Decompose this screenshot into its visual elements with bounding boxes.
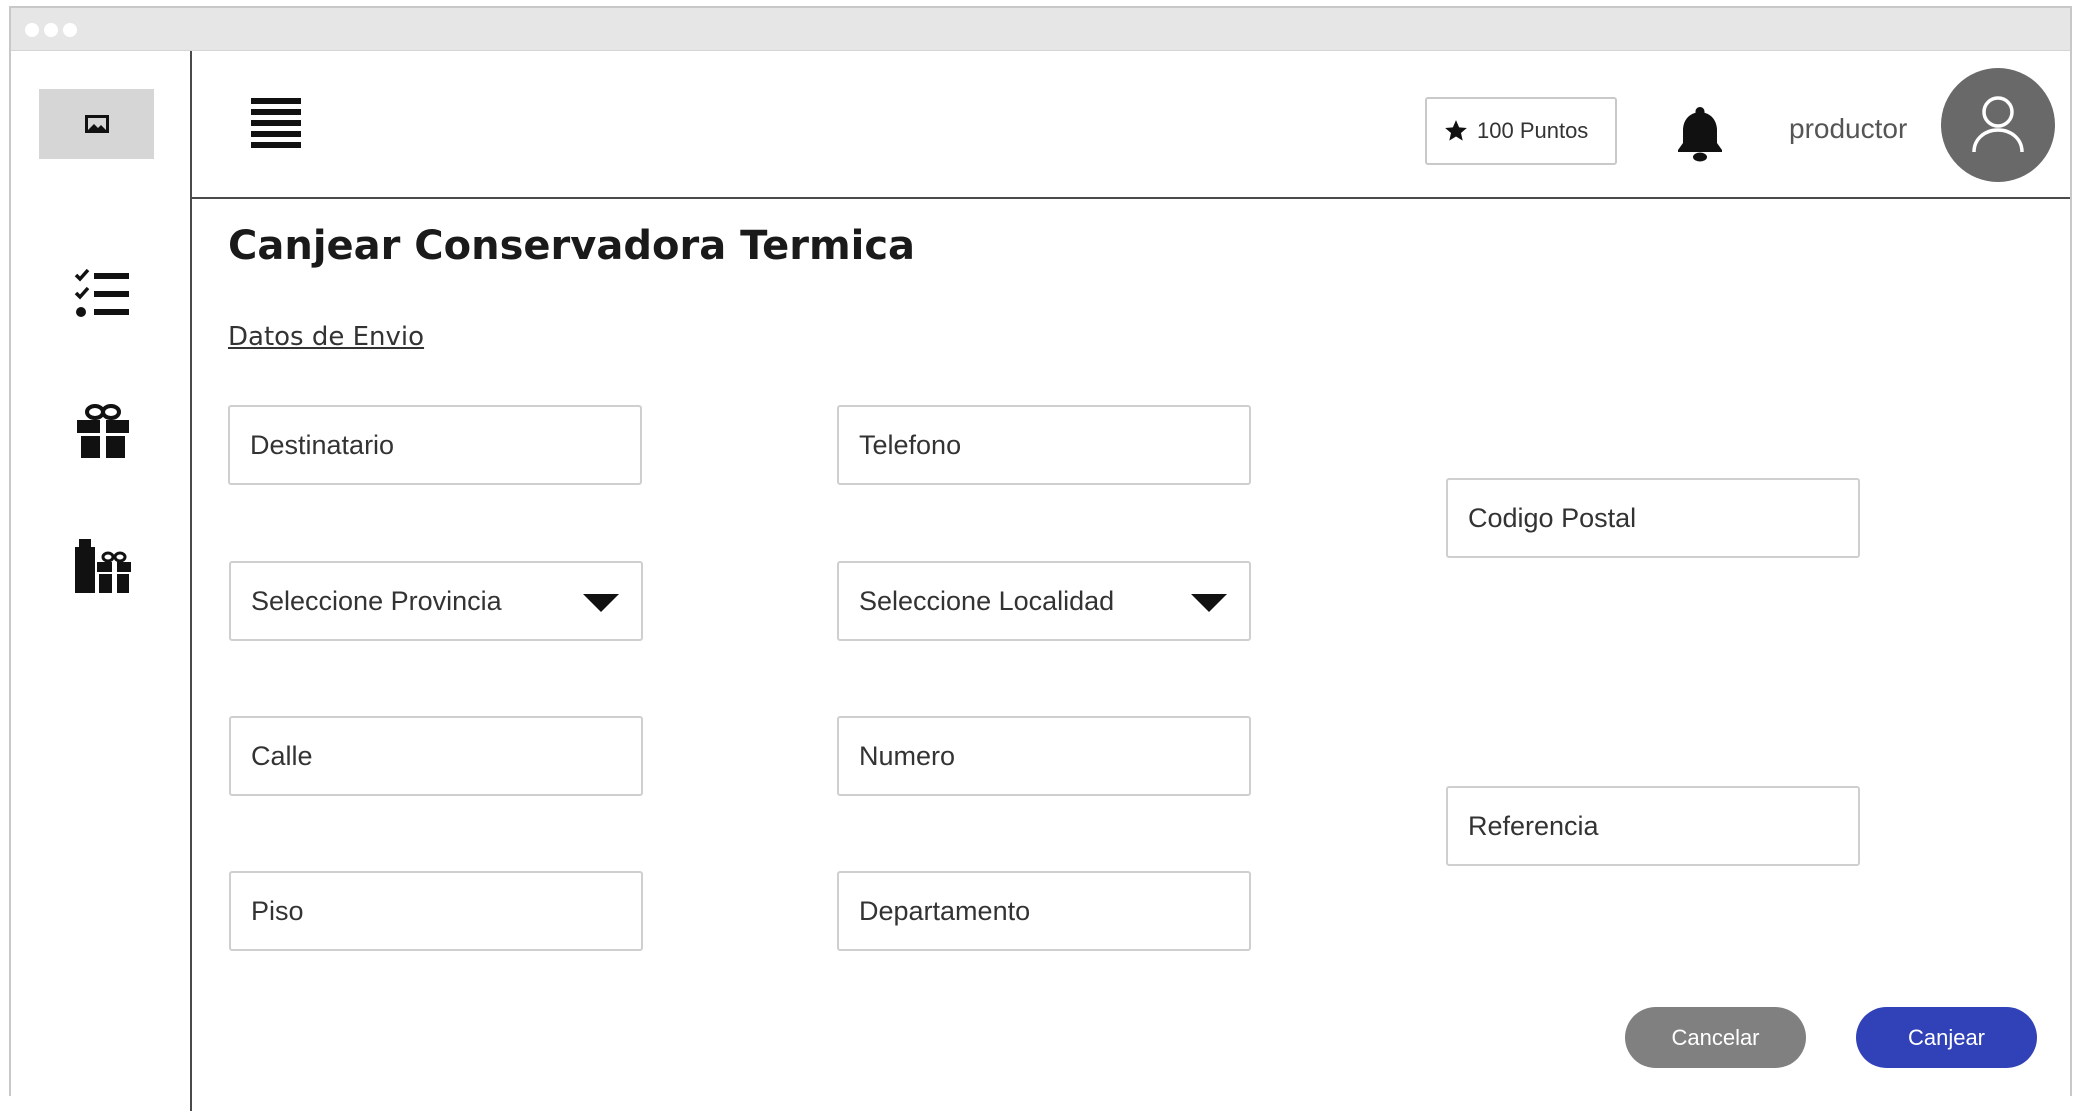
window-titlebar — [11, 8, 2070, 51]
page-title: Canjear Conservadora Termica — [228, 223, 916, 269]
username: productor — [1789, 113, 1908, 144]
chevron-down-icon — [1191, 594, 1227, 612]
telefono-input[interactable] — [837, 405, 1251, 485]
bell-icon[interactable] — [1673, 103, 1727, 163]
hamburger-menu-icon[interactable] — [251, 98, 301, 148]
canjear-button[interactable]: Canjear — [1856, 1007, 2037, 1068]
points-badge[interactable]: 100 Puntos — [1425, 97, 1617, 165]
departamento-input[interactable] — [837, 871, 1251, 951]
gifts-icon[interactable] — [73, 537, 133, 597]
image-icon — [84, 115, 109, 133]
section-link-datos-envio[interactable]: Datos de Envio — [228, 322, 424, 352]
logo — [39, 89, 154, 159]
cancel-button[interactable]: Cancelar — [1625, 1007, 1806, 1068]
numero-input[interactable] — [837, 716, 1251, 796]
avatar[interactable] — [1941, 68, 2055, 182]
piso-input[interactable] — [229, 871, 643, 951]
chevron-down-icon — [583, 594, 619, 612]
browser-window: 100 Puntos productor Canjear Conservador… — [9, 6, 2072, 1111]
localidad-select-value: Seleccione Localidad — [859, 585, 1115, 616]
destinatario-input[interactable] — [228, 405, 642, 485]
sidebar — [11, 51, 192, 1111]
gift-icon[interactable] — [73, 402, 133, 462]
provincia-select-value: Seleccione Provincia — [251, 585, 502, 616]
referencia-input[interactable] — [1446, 786, 1860, 866]
checklist-icon[interactable] — [73, 265, 133, 325]
calle-input[interactable] — [229, 716, 643, 796]
star-icon — [1445, 120, 1467, 141]
provincia-select[interactable]: Seleccione Provincia — [229, 561, 643, 641]
points-label: 100 Puntos — [1477, 118, 1589, 143]
app-header: 100 Puntos productor — [11, 51, 2070, 199]
user-icon — [1972, 96, 2024, 153]
window-dot — [63, 23, 77, 37]
window-dot — [44, 23, 58, 37]
codigo-postal-input[interactable] — [1446, 478, 1860, 558]
window-dot — [25, 23, 39, 37]
localidad-select[interactable]: Seleccione Localidad — [837, 561, 1251, 641]
